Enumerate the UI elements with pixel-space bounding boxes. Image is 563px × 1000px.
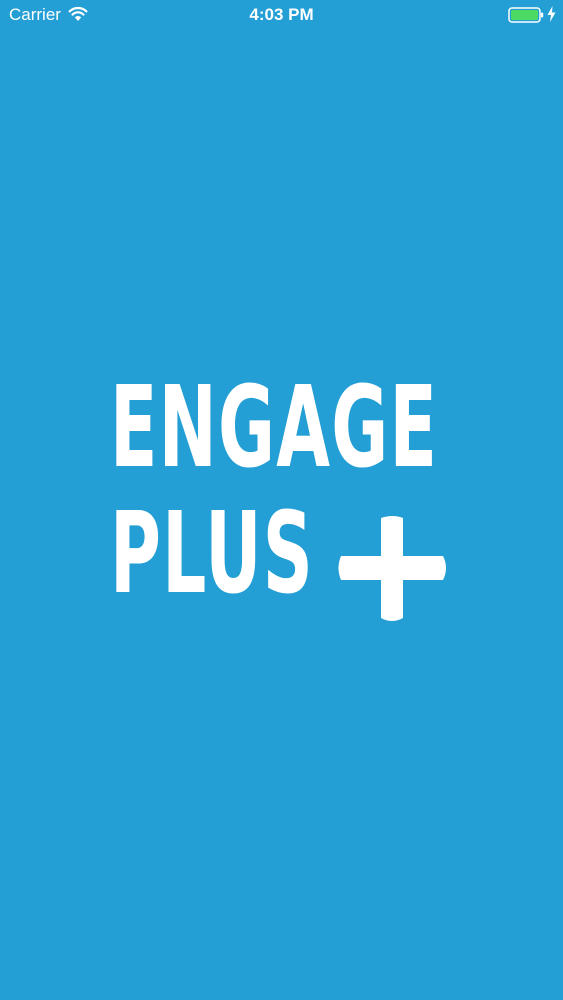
engage-plus-logo: ENGAGE PLUS <box>100 370 460 630</box>
plus-icon <box>338 516 446 621</box>
clock-time: 4:03 PM <box>249 5 314 24</box>
charging-bolt-icon <box>547 6 556 22</box>
logo-word-engage: ENGAGE <box>110 363 439 493</box>
status-bar: Carrier 4:03 PM <box>0 0 563 30</box>
battery-icon <box>508 7 544 23</box>
logo-word-plus: PLUS <box>110 489 315 619</box>
